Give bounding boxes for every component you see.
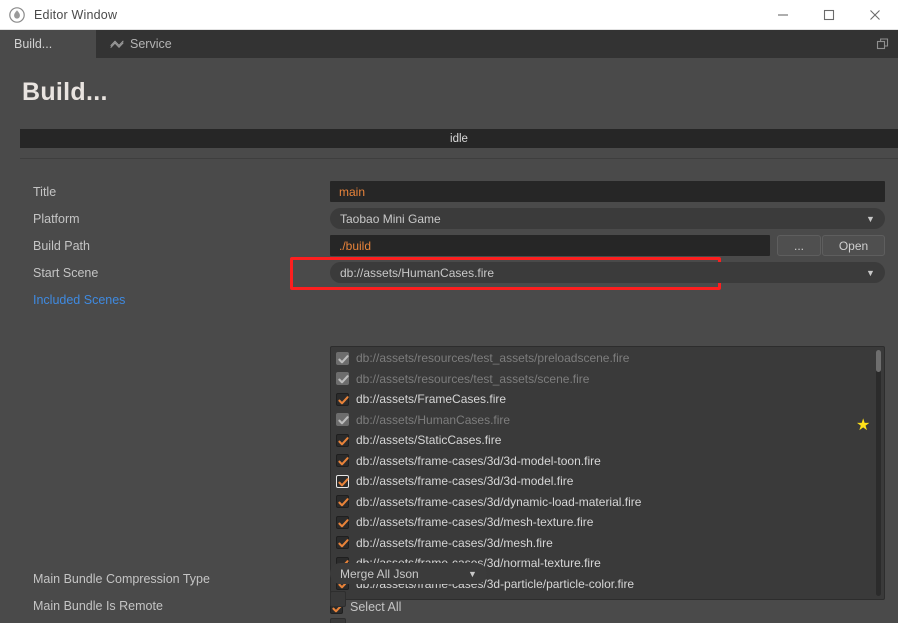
progress-status-label: idle	[450, 132, 468, 145]
scene-path-label: db://assets/resources/test_assets/preloa…	[356, 351, 630, 366]
window-title: Editor Window	[34, 7, 118, 22]
scene-row[interactable]: db://assets/frame-cases/3d/mesh-texture.…	[331, 512, 876, 533]
platform-chevron-down-icon[interactable]: ▼	[866, 215, 875, 224]
scene-checkbox[interactable]	[336, 454, 349, 468]
scene-checkbox[interactable]	[336, 351, 349, 365]
scene-path-label: db://assets/FrameCases.fire	[356, 392, 507, 407]
scene-path-label: db://assets/frame-cases/3d/3d-model.fire	[356, 474, 574, 489]
scene-rows-container: db://assets/resources/test_assets/preloa…	[331, 348, 876, 594]
platform-field-label: Platform	[33, 212, 80, 226]
title-input[interactable]: main	[330, 181, 885, 202]
compression-type-select[interactable]: Merge All Json	[330, 563, 487, 584]
tab-service[interactable]: Service	[96, 30, 192, 58]
build-panel: Build... idle Title main Platform Taobao…	[0, 58, 898, 623]
start-scene-chevron-down-icon[interactable]: ▼	[866, 269, 875, 278]
platform-select[interactable]: Taobao Mini Game	[330, 208, 885, 229]
main-bundle-remote-label: Main Bundle Is Remote	[33, 599, 163, 613]
title-bar: Editor Window	[0, 0, 898, 30]
tab-build-label: Build...	[14, 37, 53, 51]
scene-checkbox[interactable]	[336, 433, 349, 447]
scene-path-label: db://assets/frame-cases/3d/dynamic-load-…	[356, 494, 642, 509]
select-all-label: Select All	[350, 600, 402, 614]
scene-path-label: db://assets/frame-cases/3d/mesh-texture.…	[356, 515, 594, 530]
scene-path-label: db://assets/frame-cases/3d/3d-model-toon…	[356, 453, 601, 468]
scene-path-label: db://assets/frame-cases/3d/mesh.fire	[356, 535, 553, 550]
scene-checkbox[interactable]	[336, 474, 349, 488]
build-path-input[interactable]: ./build	[330, 235, 770, 256]
compression-type-chevron-down-icon[interactable]: ▼	[468, 570, 477, 579]
maximize-icon[interactable]	[806, 0, 852, 29]
service-infinity-icon	[110, 38, 124, 50]
scene-checkbox[interactable]	[336, 536, 349, 550]
cocos-flame-icon	[6, 4, 28, 26]
tab-build[interactable]: Build...	[0, 30, 96, 58]
editor-window: Editor Window Build... Service Build... …	[0, 0, 898, 623]
scene-row[interactable]: db://assets/frame-cases/3d/3d-model-toon…	[331, 451, 876, 472]
build-path-field-label: Build Path	[33, 239, 90, 253]
scene-row[interactable]: db://assets/frame-cases/3d/3d-model.fire	[331, 471, 876, 492]
tab-service-label: Service	[130, 37, 172, 51]
scene-checkbox[interactable]	[336, 413, 349, 427]
popout-window-icon[interactable]	[868, 30, 898, 58]
minimize-icon[interactable]	[760, 0, 806, 29]
start-scene-select[interactable]: db://assets/HumanCases.fire	[330, 262, 885, 283]
included-scenes-label[interactable]: Included Scenes	[33, 293, 125, 307]
next-option-checkbox[interactable]	[330, 618, 346, 623]
scene-checkbox[interactable]	[336, 372, 349, 386]
scene-checkbox[interactable]	[336, 495, 349, 509]
title-field-label: Title	[33, 185, 57, 199]
start-scene-star-icon: ★	[856, 417, 871, 434]
tab-bar: Build... Service	[0, 30, 898, 58]
start-scene-field-label: Start Scene	[33, 266, 99, 280]
open-build-path-button[interactable]: Open	[822, 235, 885, 256]
scene-checkbox[interactable]	[336, 515, 349, 529]
tab-bar-spacer	[192, 30, 868, 58]
page-title: Build...	[22, 78, 108, 106]
scene-checkbox[interactable]	[336, 392, 349, 406]
included-scenes-list[interactable]: db://assets/resources/test_assets/preloa…	[330, 346, 885, 600]
section-divider	[20, 158, 898, 159]
scene-row[interactable]: db://assets/FrameCases.fire	[331, 389, 876, 410]
scene-row[interactable]: db://assets/resources/test_assets/preloa…	[331, 348, 876, 369]
main-bundle-remote-checkbox[interactable]	[330, 591, 346, 607]
build-progress-bar: idle	[20, 129, 898, 148]
browse-button[interactable]: ...	[777, 235, 821, 256]
scene-row[interactable]: db://assets/frame-cases/3d/mesh.fire	[331, 533, 876, 554]
scene-row[interactable]: db://assets/resources/test_assets/scene.…	[331, 369, 876, 390]
close-icon[interactable]	[852, 0, 898, 29]
scene-row[interactable]: db://assets/frame-cases/3d/dynamic-load-…	[331, 492, 876, 513]
compression-type-label: Main Bundle Compression Type	[33, 572, 210, 586]
scene-path-label: db://assets/HumanCases.fire	[356, 412, 511, 427]
scene-path-label: db://assets/StaticCases.fire	[356, 433, 502, 448]
scene-row[interactable]: db://assets/HumanCases.fire	[331, 410, 876, 431]
scene-list-scrollbar-thumb[interactable]	[876, 350, 881, 372]
scene-list-scrollbar[interactable]	[876, 350, 881, 596]
scene-row[interactable]: db://assets/StaticCases.fire	[331, 430, 876, 451]
scene-path-label: db://assets/resources/test_assets/scene.…	[356, 371, 590, 386]
